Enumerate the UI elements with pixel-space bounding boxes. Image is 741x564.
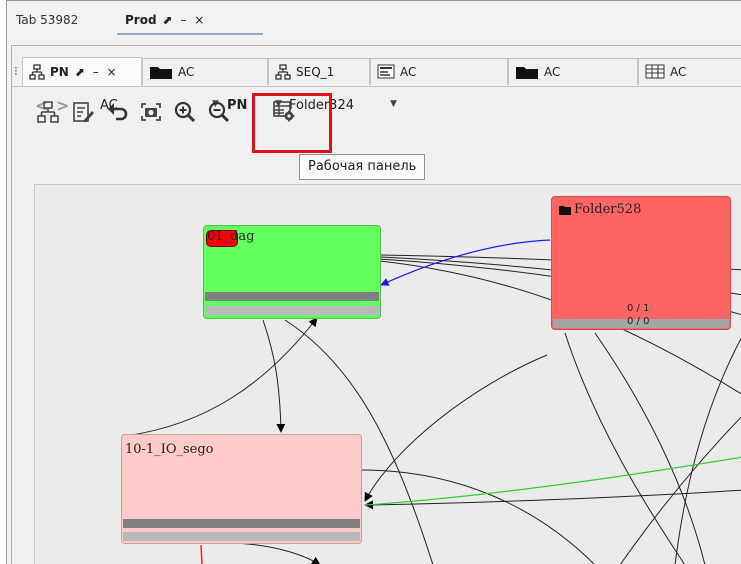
edge xyxy=(674,337,741,564)
hierarchy-icon[interactable] xyxy=(37,101,59,123)
tab-label: PN xyxy=(50,65,69,79)
tab-label: Prod xyxy=(125,13,157,27)
node-status-bar xyxy=(205,306,379,315)
node-counter: 0 / 1 xyxy=(627,303,650,314)
tooltip: Рабочая панель xyxy=(299,154,426,180)
tab-label: AC xyxy=(670,65,687,79)
tab-label: AC xyxy=(178,65,195,79)
edge xyxy=(234,542,321,564)
tab-label: AC xyxy=(544,65,561,79)
sub-tab-bar: ⁝ PN ⬈ – × AC SEQ_1 AC AC AC xyxy=(12,56,741,87)
drag-handle-icon[interactable]: ⁝ xyxy=(14,64,18,78)
tab-ac-4[interactable]: AC xyxy=(638,58,741,85)
diagram-canvas[interactable]: 01_dag Folder528 0 / 1 0 / 0 10-1_IO_seg… xyxy=(34,184,741,564)
edit-form-icon[interactable] xyxy=(72,101,94,123)
screenshot-icon[interactable] xyxy=(140,101,162,123)
node-01-dag[interactable]: 01_dag xyxy=(203,225,381,319)
zoom-out-icon[interactable] xyxy=(208,101,230,123)
zoom-in-icon[interactable] xyxy=(174,101,196,123)
tab-53982[interactable]: Tab 53982 xyxy=(16,1,78,39)
node-label: 01_dag xyxy=(207,229,255,244)
chevron-down-icon[interactable]: ▼ xyxy=(390,99,397,109)
tab-label: Tab 53982 xyxy=(16,13,79,27)
hierarchy-icon xyxy=(275,64,291,80)
node-label: Folder528 xyxy=(574,202,642,217)
tab-seq-1[interactable]: SEQ_1 xyxy=(268,58,370,85)
edge xyxy=(564,332,685,564)
tab-ac-1[interactable]: AC xyxy=(142,58,268,85)
workspace-window: Tab 53982 Prod ⬈ – × ⁝ PN ⬈ – × AC SEQ_1 A… xyxy=(6,0,741,564)
edge xyxy=(364,354,548,502)
folder-icon xyxy=(150,67,172,79)
tab-ac-3[interactable]: AC xyxy=(508,58,638,85)
node-status-bar xyxy=(123,532,360,541)
tab-prod[interactable]: Prod ⬈ – × xyxy=(117,1,263,39)
tab-ac-2[interactable]: AC xyxy=(370,58,508,85)
folder-icon xyxy=(516,67,538,79)
node-folder528[interactable]: Folder528 0 / 1 0 / 0 xyxy=(551,196,731,330)
active-tab-indicator xyxy=(117,33,263,35)
node-progress-bar xyxy=(205,292,379,301)
undo-icon[interactable] xyxy=(107,101,129,123)
edge-red xyxy=(200,544,203,564)
tab-label: AC xyxy=(400,65,417,79)
node-counter: 0 / 0 xyxy=(627,316,650,327)
highlight-box xyxy=(252,93,332,153)
hierarchy-icon xyxy=(29,64,45,80)
folder-icon xyxy=(559,206,571,215)
table-icon xyxy=(645,64,665,79)
node-progress-bar xyxy=(123,519,360,528)
tab-pn[interactable]: PN ⬈ – × xyxy=(22,57,142,86)
node-10-1-io-sego[interactable]: 10-1_IO_sego xyxy=(121,434,362,544)
form-icon xyxy=(377,64,395,79)
edge xyxy=(594,332,706,564)
tab-label: SEQ_1 xyxy=(296,65,335,79)
tab-window-controls[interactable]: ⬈ – × xyxy=(163,13,207,27)
tab-window-controls[interactable]: ⬈ – × xyxy=(75,65,119,79)
top-tab-bar: Tab 53982 Prod ⬈ – × xyxy=(7,1,741,39)
node-label: 10-1_IO_sego xyxy=(125,442,214,457)
edge xyxy=(124,317,318,437)
edge xyxy=(262,319,286,433)
